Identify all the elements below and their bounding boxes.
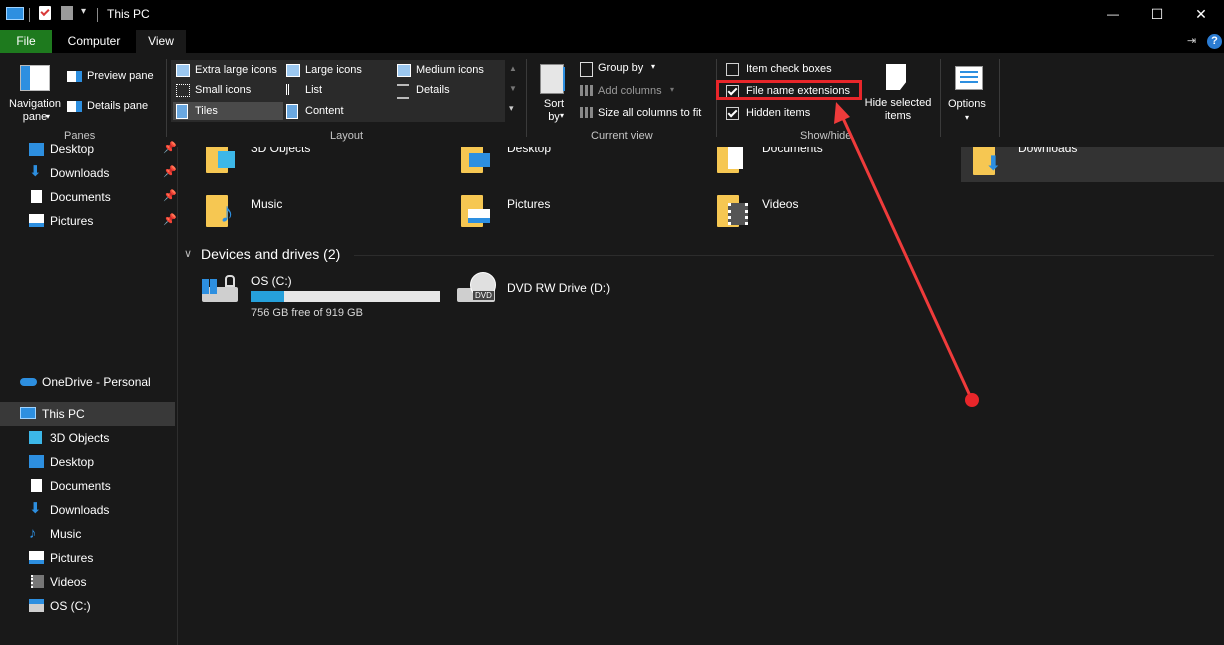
arrow-shaft [840,115,973,399]
arrow-head [834,102,850,124]
annotation-arrow [834,102,979,407]
arrow-tail-dot [965,393,979,407]
